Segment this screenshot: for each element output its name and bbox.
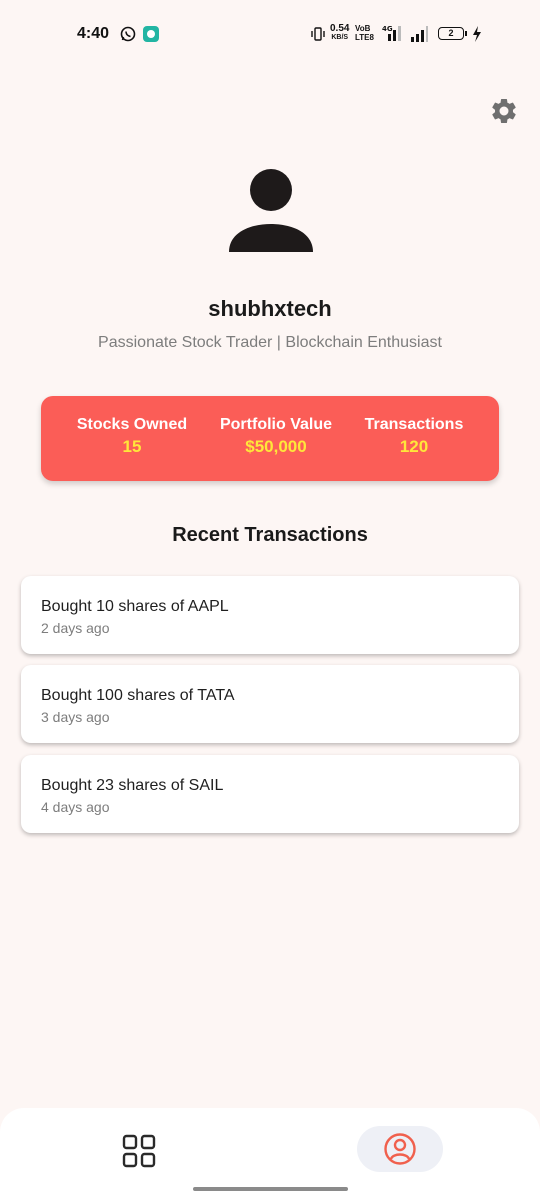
status-bar: 4:40 0.54 KB/S VoB LTE8 4G 2 <box>0 0 540 70</box>
stat-stocks-owned: Stocks Owned 15 <box>73 416 191 457</box>
stat-value: 120 <box>399 437 429 456</box>
stat-label: Portfolio Value <box>219 416 332 433</box>
stat-value: $50,000 <box>245 437 307 456</box>
transaction-card[interactable]: Bought 23 shares of SAIL 4 days ago <box>21 755 519 833</box>
transaction-title: Bought 23 shares of SAIL <box>41 777 224 794</box>
whatsapp-icon <box>120 26 136 42</box>
recent-transactions-title: Recent Transactions <box>172 524 368 546</box>
battery-icon: 2 <box>438 27 467 40</box>
charging-bolt-icon <box>473 26 481 42</box>
avatar-person-icon <box>229 169 313 252</box>
transaction-time: 2 days ago <box>41 620 110 636</box>
profile-bio: Passionate Stock Trader | Blockchain Ent… <box>98 334 442 351</box>
network-speed-value: 0.54 <box>330 23 350 34</box>
stat-label: Stocks Owned <box>76 416 188 433</box>
grid-icon[interactable] <box>121 1133 157 1169</box>
stat-label: Transactions <box>364 416 464 433</box>
signal-icon <box>411 26 428 42</box>
home-indicator[interactable] <box>193 1187 348 1191</box>
profile-username: shubhxtech <box>208 296 332 321</box>
status-time: 4:40 <box>77 25 110 42</box>
transaction-card[interactable]: Bought 10 shares of AAPL 2 days ago <box>21 576 519 654</box>
gear-icon[interactable] <box>489 96 519 126</box>
transaction-time: 4 days ago <box>41 799 110 815</box>
svg-text:4G: 4G <box>382 25 393 33</box>
transaction-time: 3 days ago <box>41 709 110 725</box>
transaction-title: Bought 10 shares of AAPL <box>41 598 229 615</box>
network-speed: 0.54 KB/S <box>330 24 349 42</box>
profile-icon <box>384 1133 416 1165</box>
volte-indicator: VoB LTE8 <box>355 24 374 42</box>
message-app-icon <box>143 26 159 42</box>
stat-portfolio-value: Portfolio Value $50,000 <box>212 416 340 457</box>
stats-card: Stocks Owned 15 Portfolio Value $50,000 … <box>41 396 499 481</box>
network-speed-unit: KB/S <box>331 34 349 41</box>
signal-4g-icon: 4G <box>382 25 401 41</box>
nav-profile-button[interactable] <box>357 1126 443 1172</box>
vibrate-icon <box>311 27 325 41</box>
transaction-card[interactable]: Bought 100 shares of TATA 3 days ago <box>21 665 519 743</box>
transaction-title: Bought 100 shares of TATA <box>41 687 235 704</box>
stat-value: 15 <box>122 437 142 456</box>
stat-transactions: Transactions 120 <box>356 416 472 457</box>
